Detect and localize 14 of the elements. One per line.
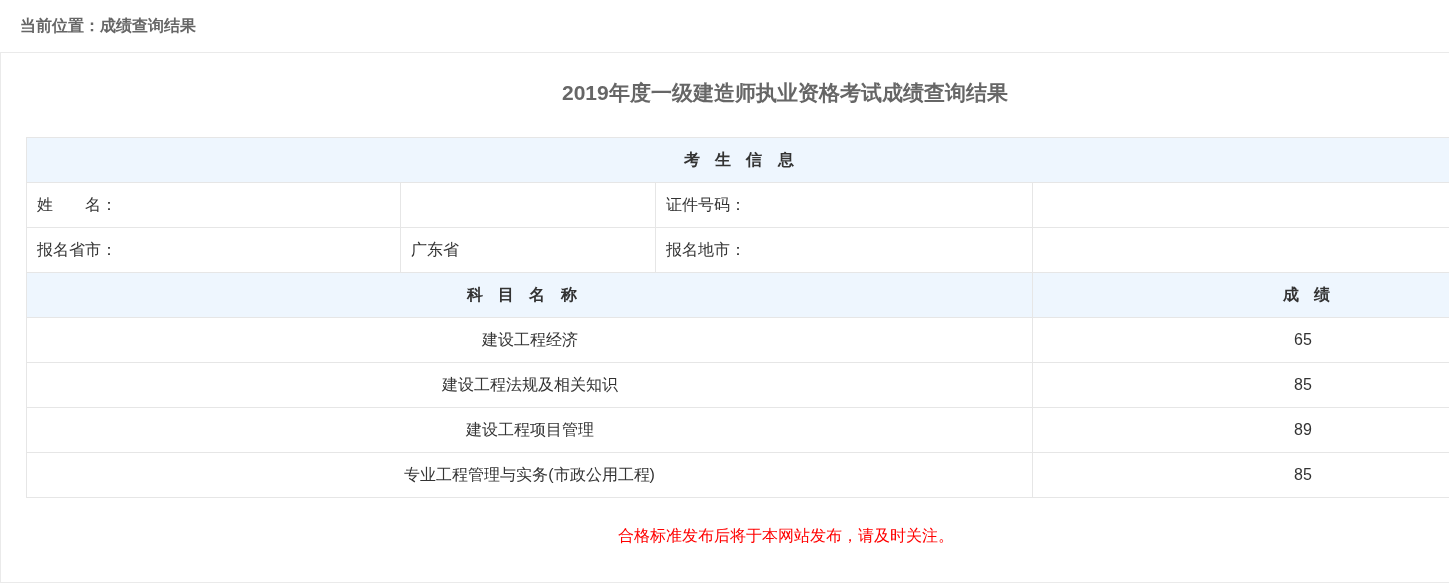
table-cell: 建设工程项目管理 bbox=[26, 407, 1033, 453]
table-cell: 专业工程管理与实务(市政公用工程) bbox=[26, 452, 1033, 498]
table-cell: 广东省 bbox=[400, 227, 656, 273]
table-cell: 建设工程经济 bbox=[26, 317, 1033, 363]
table-cell: 证件号码： bbox=[655, 182, 1033, 228]
table-cell: 姓 名： bbox=[26, 182, 401, 228]
table-cell: 报名地市： bbox=[655, 227, 1033, 273]
notice-text: 合格标准发布后将于本网站发布，请及时关注。 bbox=[618, 526, 955, 546]
breadcrumb: 当前位置：成绩查询结果 bbox=[20, 16, 196, 36]
table-cell: 报名省市： bbox=[26, 227, 401, 273]
column-header: 科目名称 bbox=[26, 272, 1033, 318]
page-title: 2019年度一级建造师执业资格考试成绩查询结果 bbox=[562, 80, 1008, 106]
table-cell: 建设工程法规及相关知识 bbox=[26, 362, 1033, 408]
section-heading: 考生信息 bbox=[26, 137, 1449, 183]
